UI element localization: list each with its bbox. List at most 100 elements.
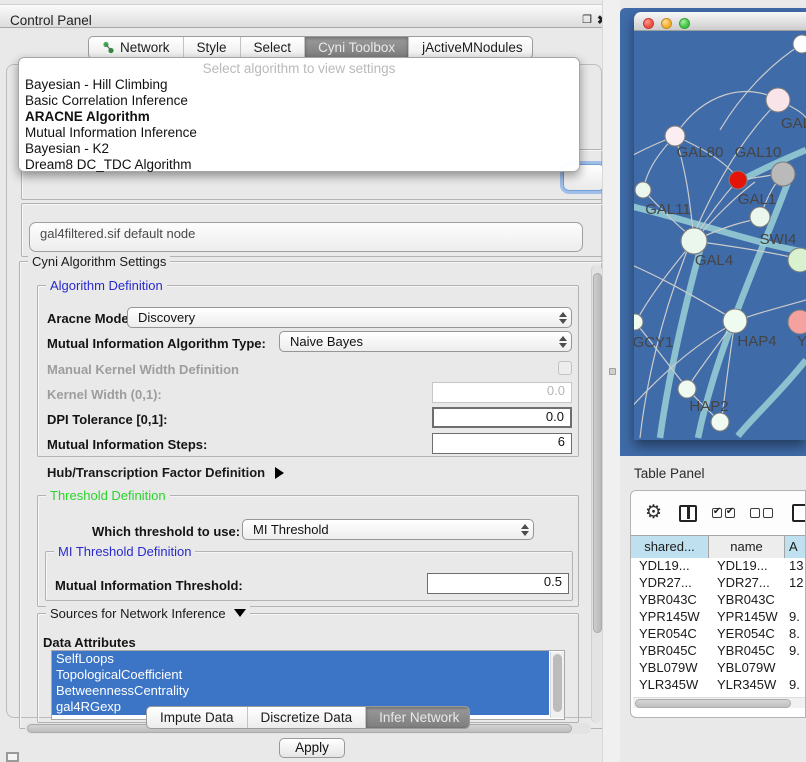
dropdown-item[interactable]: Basic Correlation Inference — [19, 93, 579, 109]
tab-style[interactable]: Style — [184, 37, 241, 58]
table-row[interactable]: YBR045CYBR045C9. — [631, 642, 806, 659]
column-header[interactable]: name — [709, 536, 785, 558]
network-node[interactable] — [681, 228, 707, 254]
network-node[interactable] — [729, 171, 747, 189]
node-label: GAL1 — [738, 191, 776, 208]
table-row[interactable]: YLR345WYLR345W9. — [631, 676, 806, 693]
network-node[interactable] — [766, 88, 790, 112]
table-cell: 9. — [785, 642, 806, 659]
network-node[interactable] — [788, 248, 806, 272]
table-cell: YDR27... — [631, 574, 709, 591]
table-cell: YLR345W — [631, 676, 709, 693]
combo-updown-icon — [558, 312, 567, 324]
attribute-item[interactable]: TopologicalCoefficient — [52, 667, 549, 683]
minimize-window-icon[interactable] — [661, 18, 672, 29]
mi-steps-input[interactable]: 6 — [432, 433, 572, 454]
tab-jactivemnodules[interactable]: jActiveMNodules — [409, 37, 533, 58]
table-row[interactable]: YER054CYER054C8. — [631, 625, 806, 642]
manual-kernel-checkbox[interactable] — [558, 361, 572, 375]
table-row[interactable]: YDL19...YDL19...13 — [631, 557, 806, 574]
network-node[interactable] — [793, 35, 806, 53]
aracne-mode-label: Aracne Mode: — [47, 311, 133, 326]
sources-title[interactable]: Sources for Network Inference — [46, 606, 250, 621]
tab-discretize-data[interactable]: Discretize Data — [248, 707, 367, 728]
dropdown-item[interactable]: Mutual Information Inference — [19, 125, 579, 141]
node-label: Y — [797, 333, 806, 350]
network-node[interactable] — [723, 309, 747, 333]
tab-network[interactable]: Network — [89, 37, 184, 58]
table-rows: YDL19...YDL19...13YDR27...YDR27...12YBR0… — [631, 557, 806, 697]
tab-infer-network[interactable]: Infer Network — [366, 707, 470, 728]
combo-updown-icon — [558, 336, 567, 348]
network-node[interactable] — [750, 207, 770, 227]
scrollbar-thumb[interactable] — [593, 273, 602, 633]
scrollbar-thumb[interactable] — [553, 654, 562, 712]
float-window-icon[interactable]: ❐ — [581, 14, 593, 26]
panel-splitter[interactable] — [602, 0, 620, 762]
table-cell: YER054C — [709, 625, 785, 642]
mi-type-combobox[interactable]: Naive Bayes — [279, 331, 572, 352]
network-node[interactable] — [711, 413, 729, 431]
attribute-item[interactable]: SelfLoops — [52, 651, 549, 667]
network-table-value: gal4filtered.sif default node — [40, 226, 195, 241]
zoom-window-icon[interactable] — [679, 18, 690, 29]
network-node[interactable] — [771, 162, 795, 186]
split-columns-icon[interactable] — [679, 505, 697, 522]
network-canvas[interactable]: GALGAL80GAL11GAL10GAL1GAL4SWI4HAP4YHAP2G… — [634, 31, 806, 448]
node-label: HAP2 — [689, 398, 728, 415]
dpi-tolerance-input[interactable]: 0.0 — [432, 407, 572, 428]
list-scrollbar[interactable] — [550, 652, 564, 718]
scrollbar-thumb[interactable] — [635, 699, 791, 708]
hub-definition-expander[interactable]: Hub/Transcription Factor Definition — [47, 465, 284, 480]
column-header[interactable]: A — [785, 536, 806, 558]
tab-label: Discretize Data — [261, 710, 353, 725]
tab-impute-data[interactable]: Impute Data — [147, 707, 248, 728]
network-node[interactable] — [634, 314, 643, 330]
tab-select[interactable]: Select — [241, 37, 306, 58]
tab-cyni-toolbox[interactable]: Cyni Toolbox — [305, 37, 409, 58]
network-node[interactable] — [665, 126, 685, 146]
aracne-mode-combobox[interactable]: Discovery — [127, 307, 572, 328]
table-cell — [785, 591, 806, 608]
mi-threshold-label: Mutual Information Threshold: — [55, 578, 243, 593]
node-label: GAL11 — [645, 201, 691, 218]
threshold-definition-title: Threshold Definition — [46, 488, 170, 503]
dropdown-item[interactable]: ARACNE Algorithm — [19, 109, 579, 125]
kernel-width-input[interactable]: 0.0 — [432, 382, 572, 403]
network-table-combobox[interactable]: gal4filtered.sif default node — [29, 222, 583, 252]
network-node[interactable] — [635, 182, 651, 198]
dropdown-item[interactable]: Bayesian - K2 — [19, 141, 579, 157]
table-horizontal-scrollbar[interactable] — [633, 697, 805, 708]
column-header[interactable]: shared... — [631, 536, 709, 558]
collapsed-panel-icon[interactable] — [6, 752, 19, 762]
deselect-all-icon[interactable] — [750, 508, 773, 518]
network-node[interactable] — [678, 380, 696, 398]
mi-threshold-definition-title: MI Threshold Definition — [54, 544, 195, 559]
attribute-item[interactable]: BetweennessCentrality — [52, 683, 549, 699]
collapse-down-icon — [234, 609, 246, 617]
table-header-row: shared...nameA — [631, 535, 806, 557]
network-window-titlebar[interactable] — [634, 12, 806, 31]
table-cell: 13 — [785, 557, 806, 574]
table-row[interactable]: YPR145WYPR145W9. — [631, 608, 806, 625]
which-threshold-combobox[interactable]: MI Threshold — [242, 519, 534, 540]
gear-icon[interactable]: ⚙ — [645, 503, 662, 523]
dropdown-item[interactable]: Bayesian - Hill Climbing — [19, 77, 579, 93]
network-edge[interactable] — [738, 360, 806, 436]
apply-button[interactable]: Apply — [279, 738, 345, 758]
table-cell: YER054C — [631, 625, 709, 642]
splitter-handle-icon[interactable] — [609, 368, 616, 375]
table-row[interactable]: YBR043CYBR043C — [631, 591, 806, 608]
network-edge[interactable] — [675, 92, 778, 136]
select-all-icon[interactable] — [712, 508, 735, 518]
table-row[interactable]: YDR27...YDR27...12 — [631, 574, 806, 591]
mi-threshold-input[interactable]: 0.5 — [427, 573, 569, 594]
dropdown-item[interactable]: Dream8 DC_TDC Algorithm — [19, 157, 579, 173]
dpi-tolerance-label: DPI Tolerance [0,1]: — [47, 412, 167, 427]
which-threshold-label: Which threshold to use: — [92, 524, 240, 539]
network-node[interactable] — [788, 310, 806, 334]
table-row[interactable]: YBL079WYBL079W — [631, 659, 806, 676]
settings-vertical-scrollbar[interactable] — [591, 265, 602, 723]
close-window-icon[interactable] — [643, 18, 654, 29]
new-table-icon[interactable] — [792, 504, 806, 522]
